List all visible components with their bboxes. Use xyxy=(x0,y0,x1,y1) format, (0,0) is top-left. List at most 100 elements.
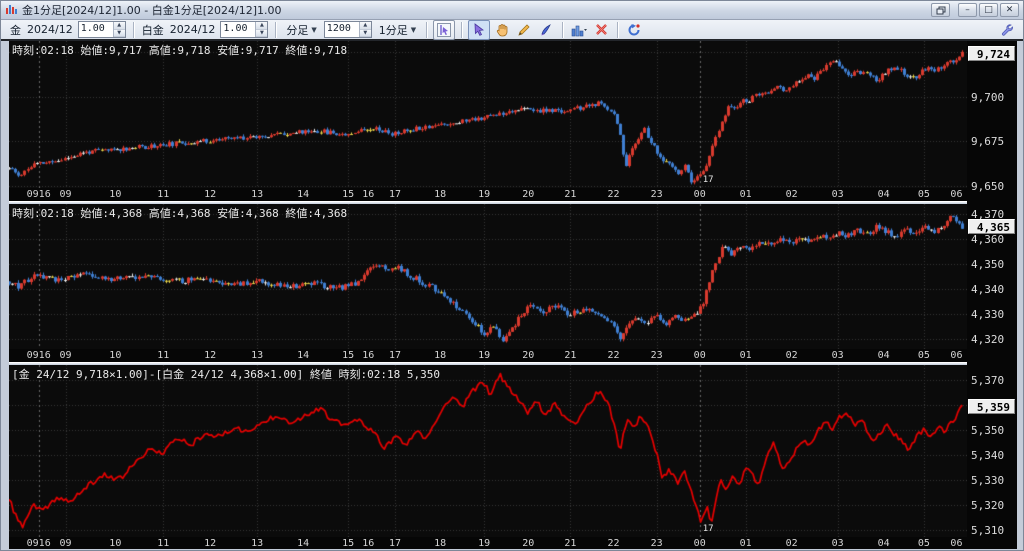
platinum-contract-month: 2024/12 xyxy=(170,23,216,36)
time-axis-tick: 09 xyxy=(59,538,71,549)
time-axis-tick: 04 xyxy=(878,538,890,549)
time-axis-tick: 11 xyxy=(157,538,169,549)
platinum-multiplier-spinner[interactable]: 1.00 ▲▼ xyxy=(220,21,268,38)
time-axis-tick: 0916 xyxy=(27,538,51,549)
bar-count-spinner[interactable]: 1200 ▲▼ xyxy=(324,21,372,38)
spread-time-axis[interactable]: 0916091011121314151617181920212223000102… xyxy=(9,537,967,549)
toolbar: 金 2024/12 1.00 ▲▼ 白金 2024/12 1.00 ▲▼ 分足 … xyxy=(1,20,1023,41)
chart-window: 金1分足[2024/12]1.00 - 白金1分足[2024/12]1.00 –… xyxy=(0,0,1024,551)
price-axis-tick: 5,310 xyxy=(971,524,1004,537)
gold-multiplier-value[interactable]: 1.00 xyxy=(79,22,113,37)
gold-ohlc-readout: 時刻:02:18 始値:9,717 高値:9,718 安値:9,717 終値:9… xyxy=(12,42,347,58)
price-axis-tick: 4,360 xyxy=(971,233,1004,246)
time-axis-tick: 22 xyxy=(607,538,619,549)
chart-cursor-button[interactable] xyxy=(433,20,455,40)
price-axis-tick: 5,370 xyxy=(971,374,1004,387)
toolbar-separator xyxy=(617,22,618,38)
time-axis-tick: 21 xyxy=(564,189,576,200)
app-icon xyxy=(5,4,18,16)
toolbar-separator xyxy=(275,22,276,38)
spin-down-icon[interactable]: ▼ xyxy=(114,30,125,38)
bar-count-value[interactable]: 1200 xyxy=(325,22,359,37)
pen-tool-button[interactable] xyxy=(536,21,556,39)
time-axis-tick: 17 xyxy=(389,538,401,549)
pencil-tool-button[interactable] xyxy=(514,21,534,39)
bar-type-dropdown[interactable]: 分足 ▼ xyxy=(282,21,320,38)
time-axis-tick: 09 xyxy=(59,350,71,361)
time-axis-tick: 13 xyxy=(251,538,263,549)
delete-drawings-button[interactable] xyxy=(591,21,611,39)
time-axis-tick: 16 xyxy=(362,350,374,361)
time-axis-tick: 20 xyxy=(522,350,534,361)
time-axis-tick: 11 xyxy=(157,189,169,200)
time-axis-tick: 04 xyxy=(878,350,890,361)
hand-icon xyxy=(495,23,509,37)
price-axis-tick: 4,330 xyxy=(971,308,1004,321)
price-axis-tick: 5,320 xyxy=(971,499,1004,512)
price-axis-tick: 4,340 xyxy=(971,283,1004,296)
interval-dropdown[interactable]: 1分足 ▼ xyxy=(375,21,420,38)
pan-tool-button[interactable] xyxy=(492,21,512,39)
time-axis-tick: 18 xyxy=(434,350,446,361)
gold-time-axis[interactable]: 0916091011121314151617181920212223000102… xyxy=(9,188,967,201)
refresh-icon xyxy=(627,23,641,37)
title-bar[interactable]: 金1分足[2024/12]1.00 - 白金1分足[2024/12]1.00 –… xyxy=(1,1,1023,20)
spin-up-icon[interactable]: ▲ xyxy=(256,22,267,30)
minimize-button[interactable]: – xyxy=(958,3,977,17)
spin-down-icon[interactable]: ▼ xyxy=(256,30,267,38)
price-axis-column[interactable]: 9,7259,7009,6759,6509,7244,3704,3604,350… xyxy=(967,41,1017,549)
float-window-button[interactable] xyxy=(931,3,950,17)
chart-style-button[interactable] xyxy=(569,21,589,39)
time-axis-tick: 14 xyxy=(297,350,309,361)
time-axis-tick: 15 xyxy=(342,350,354,361)
price-axis-tick: 9,650 xyxy=(971,180,1004,193)
time-axis-tick: 20 xyxy=(522,189,534,200)
spin-up-icon[interactable]: ▲ xyxy=(360,22,371,30)
refresh-button[interactable] xyxy=(624,21,644,39)
spread-chart-pane[interactable]: [金 24/12 9,718×1.00]-[白金 24/12 4,368×1.0… xyxy=(9,365,967,537)
price-axis-tick: 9,675 xyxy=(971,135,1004,148)
maximize-button[interactable]: □ xyxy=(979,3,998,17)
platinum-ohlc-readout: 時刻:02:18 始値:4,368 高値:4,368 安値:4,368 終値:4… xyxy=(12,205,347,221)
close-button[interactable]: ✕ xyxy=(1000,3,1019,17)
price-axis-tick: 5,330 xyxy=(971,474,1004,487)
spin-down-icon[interactable]: ▼ xyxy=(360,30,371,38)
time-axis-tick: 22 xyxy=(607,350,619,361)
time-axis-tick: 23 xyxy=(651,189,663,200)
gold-contract-month: 2024/12 xyxy=(27,23,73,36)
time-axis-tick: 10 xyxy=(109,538,121,549)
platinum-time-axis[interactable]: 0916091011121314151617181920212223000102… xyxy=(9,349,967,362)
time-axis-tick: 14 xyxy=(297,538,309,549)
time-axis-tick: 12 xyxy=(204,350,216,361)
time-axis-tick: 10 xyxy=(109,350,121,361)
date-marker-label: 17 xyxy=(703,524,714,534)
platinum-multiplier-value[interactable]: 1.00 xyxy=(221,22,255,37)
time-axis-tick: 19 xyxy=(478,350,490,361)
chevron-down-icon: ▼ xyxy=(411,26,416,34)
bar-chart-icon xyxy=(571,23,587,37)
time-axis-tick: 06 xyxy=(950,538,962,549)
time-axis-tick: 00 xyxy=(694,538,706,549)
settings-wrench-button[interactable] xyxy=(996,21,1016,39)
time-axis-tick: 16 xyxy=(362,189,374,200)
time-axis-tick: 01 xyxy=(740,189,752,200)
time-axis-tick: 0916 xyxy=(27,189,51,200)
time-axis-tick: 13 xyxy=(251,189,263,200)
time-axis-tick: 19 xyxy=(478,189,490,200)
chevron-down-icon: ▼ xyxy=(311,26,316,34)
platinum-chart-pane[interactable]: 時刻:02:18 始値:4,368 高値:4,368 安値:4,368 終値:4… xyxy=(9,204,967,349)
time-axis-tick: 18 xyxy=(434,538,446,549)
spread-readout: [金 24/12 9,718×1.00]-[白金 24/12 4,368×1.0… xyxy=(12,366,440,382)
window-right-border xyxy=(1017,41,1024,551)
select-tool-button[interactable] xyxy=(468,20,490,40)
gold-multiplier-spinner[interactable]: 1.00 ▲▼ xyxy=(78,21,126,38)
price-axis-tick: 4,350 xyxy=(971,258,1004,271)
time-axis-tick: 12 xyxy=(204,538,216,549)
time-axis-tick: 21 xyxy=(564,350,576,361)
gold-chart-pane[interactable]: 時刻:02:18 始値:9,717 高値:9,718 安値:9,717 終値:9… xyxy=(9,41,967,188)
red-x-icon xyxy=(595,23,608,36)
time-axis-tick: 01 xyxy=(740,538,752,549)
spin-up-icon[interactable]: ▲ xyxy=(114,22,125,30)
time-axis-tick: 05 xyxy=(918,189,930,200)
pen-icon xyxy=(539,23,553,37)
